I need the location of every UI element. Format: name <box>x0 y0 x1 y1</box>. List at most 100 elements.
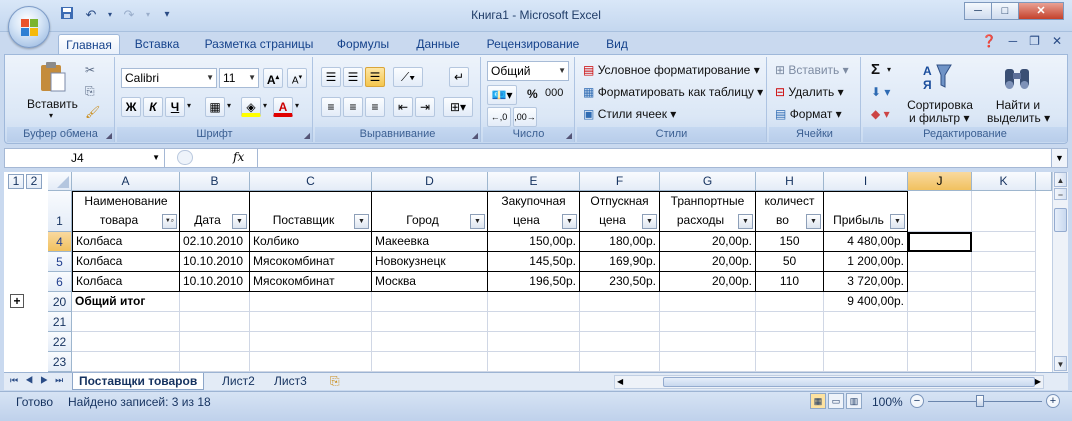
table-cell[interactable]: Москва <box>372 272 488 292</box>
table-cell[interactable]: 50 <box>756 252 824 272</box>
align-left-icon[interactable]: ≡ <box>321 97 341 117</box>
total-cell[interactable]: Общий итог <box>72 292 180 312</box>
normal-view-icon[interactable]: ▦ <box>810 393 826 409</box>
column-header-a[interactable]: A <box>72 172 180 191</box>
empty-cell[interactable] <box>972 272 1036 292</box>
row-header-5[interactable]: 5 <box>48 252 72 272</box>
header-cell-a[interactable]: Наименование товара ▼⌕ <box>72 191 180 232</box>
borders-icon[interactable]: ▦ <box>205 97 225 117</box>
fill-color-dropdown-icon[interactable]: ▾ <box>263 101 267 110</box>
total-cell[interactable] <box>660 292 756 312</box>
column-header-g[interactable]: G <box>660 172 756 191</box>
decrease-indent-icon[interactable]: ⇤ <box>393 97 413 117</box>
empty-cell[interactable] <box>908 191 972 232</box>
table-cell[interactable]: 4 480,00р. <box>824 232 908 252</box>
table-cell[interactable]: 145,50р. <box>488 252 580 272</box>
sheet-tab-suppliers[interactable]: Поставщки товаров <box>72 373 205 390</box>
table-cell[interactable]: 10.10.2010 <box>180 272 250 292</box>
select-all-button[interactable] <box>48 172 72 191</box>
number-format-combo[interactable]: Общий ▼ <box>487 61 569 81</box>
sort-filter-label-1[interactable]: Сортировка <box>905 98 975 112</box>
column-header-j[interactable]: J <box>908 172 972 191</box>
font-color-icon[interactable]: A <box>273 97 293 117</box>
empty-cell[interactable] <box>660 332 756 352</box>
align-center-icon[interactable]: ≡ <box>343 97 363 117</box>
format-cells-button[interactable]: ▤ Формат ▾ <box>775 107 842 121</box>
header-cell-c[interactable]: Поставщик ▼ <box>250 191 372 232</box>
table-cell[interactable]: Колбаса <box>72 272 180 292</box>
empty-cell[interactable] <box>580 312 660 332</box>
empty-cell[interactable] <box>756 352 824 372</box>
table-cell[interactable]: 20,00р. <box>660 252 756 272</box>
horizontal-scrollbar[interactable]: ◀ ▶ <box>614 375 1044 389</box>
orientation-icon[interactable]: ⟋▾ <box>393 67 423 87</box>
column-header-f[interactable]: F <box>580 172 660 191</box>
empty-cell[interactable] <box>972 252 1036 272</box>
table-cell[interactable]: 20,00р. <box>660 272 756 292</box>
empty-cell[interactable] <box>372 332 488 352</box>
total-cell[interactable] <box>250 292 372 312</box>
filter-dropdown-icon[interactable]: ▼ <box>470 214 485 229</box>
formula-input[interactable] <box>257 149 1049 167</box>
outline-level-1-button[interactable]: 1 <box>8 174 24 189</box>
header-cell-f[interactable]: Отпускная цена ▼ <box>580 191 660 232</box>
empty-cell[interactable] <box>372 312 488 332</box>
empty-cell[interactable] <box>972 191 1036 232</box>
empty-cell[interactable] <box>250 352 372 372</box>
table-cell[interactable]: 10.10.2010 <box>180 252 250 272</box>
currency-format-icon[interactable]: 💶▾ <box>487 85 517 105</box>
merge-center-icon[interactable]: ⊞▾ <box>443 97 473 117</box>
column-header-k[interactable]: K <box>972 172 1036 191</box>
scroll-right-icon[interactable]: ▶ <box>1035 376 1041 388</box>
clipboard-launcher-icon[interactable]: ◢ <box>106 131 112 140</box>
table-cell[interactable]: 150 <box>756 232 824 252</box>
table-cell[interactable]: 196,50р. <box>488 272 580 292</box>
filter-dropdown-icon[interactable]: ▼ <box>354 214 369 229</box>
outline-level-2-button[interactable]: 2 <box>26 174 42 189</box>
scroll-left-icon[interactable]: ◀ <box>617 376 623 388</box>
scroll-down-icon[interactable]: ▼ <box>1054 356 1067 371</box>
filter-dropdown-icon[interactable]: ▼ <box>232 214 247 229</box>
tab-formulas[interactable]: Формулы <box>330 34 396 55</box>
align-right-icon[interactable]: ≡ <box>365 97 385 117</box>
font-size-combo[interactable]: 11 ▼ <box>219 68 259 88</box>
table-cell[interactable]: 02.10.2010 <box>180 232 250 252</box>
row-header-21[interactable]: 21 <box>48 312 72 332</box>
sheet-tab-list2[interactable]: Лист2 <box>216 373 261 390</box>
table-cell[interactable]: Макеевка <box>372 232 488 252</box>
horizontal-scroll-thumb[interactable] <box>663 377 1035 387</box>
close-button[interactable]: ✕ <box>1018 2 1064 20</box>
filter-dropdown-icon[interactable]: ▼ <box>890 214 905 229</box>
percent-button[interactable]: % <box>527 87 538 101</box>
underline-dropdown-icon[interactable]: ▾ <box>187 101 191 110</box>
filter-dropdown-icon[interactable]: ▼ <box>738 214 753 229</box>
name-box[interactable]: J4 ▼ <box>5 149 165 167</box>
total-cell[interactable]: 9 400,00р. <box>824 292 908 312</box>
autosum-dropdown-icon[interactable]: ▾ <box>887 65 891 74</box>
column-header-d[interactable]: D <box>372 172 488 191</box>
row-header-4[interactable]: 4 <box>48 232 72 252</box>
paste-dropdown-icon[interactable]: ▾ <box>49 111 53 120</box>
page-layout-view-icon[interactable]: ▭ <box>828 393 844 409</box>
split-handle-icon[interactable]: ═ <box>1054 188 1067 200</box>
italic-button[interactable]: К <box>143 97 163 117</box>
font-launcher-icon[interactable]: ◢ <box>304 131 310 140</box>
empty-cell[interactable] <box>756 312 824 332</box>
align-top-icon[interactable]: ☰ <box>321 67 341 87</box>
filter-dropdown-icon[interactable]: ▼ <box>562 214 577 229</box>
scroll-up-icon[interactable]: ▲ <box>1054 172 1067 187</box>
conditional-format-button[interactable]: ▤ Условное форматирование ▾ <box>583 63 760 77</box>
active-cell-j4[interactable] <box>908 232 972 252</box>
filter-dropdown-icon[interactable]: ▼ <box>806 214 821 229</box>
empty-cell[interactable] <box>488 312 580 332</box>
wrap-text-icon[interactable]: ↵ <box>449 67 469 87</box>
table-cell[interactable]: Мясокомбинат <box>250 252 372 272</box>
filter-dropdown-icon[interactable]: ▼ <box>642 214 657 229</box>
copy-icon[interactable]: ⎘ <box>85 84 95 99</box>
header-cell-d[interactable]: Город ▼ <box>372 191 488 232</box>
table-cell[interactable]: 230,50р. <box>580 272 660 292</box>
row-header-6[interactable]: 6 <box>48 272 72 292</box>
alignment-launcher-icon[interactable]: ◢ <box>472 131 478 140</box>
paste-button[interactable]: Вставить <box>27 97 78 111</box>
tab-page-layout[interactable]: Разметка страницы <box>200 34 318 55</box>
